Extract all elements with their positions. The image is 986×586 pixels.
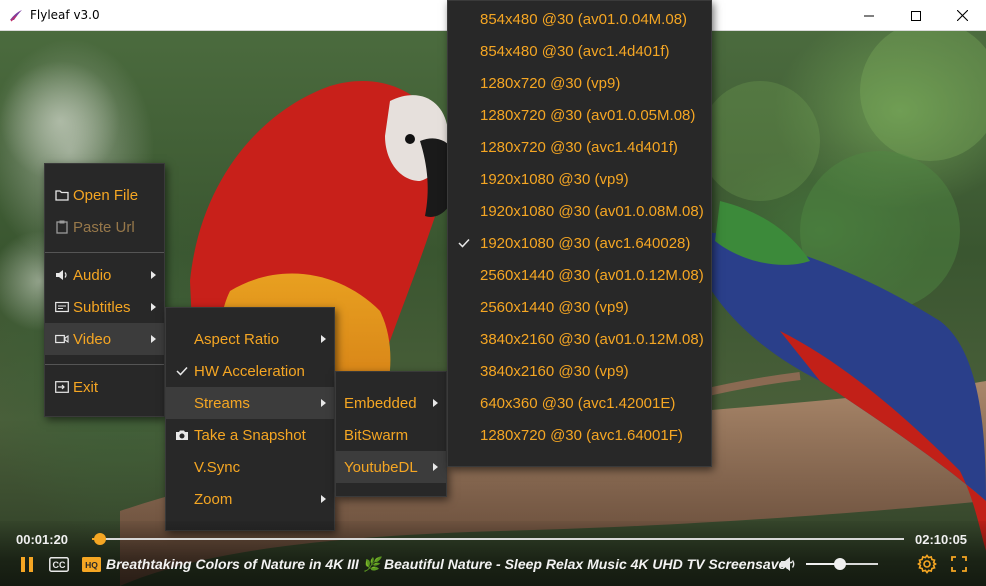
stream-label: 854x480 @30 (avc1.4d401f) (480, 42, 670, 60)
duration: 02:10:05 (915, 532, 968, 547)
stream-label: 1920x1080 @30 (vp9) (480, 170, 629, 188)
menu-separator (45, 252, 164, 253)
fullscreen-icon (951, 556, 967, 572)
context-menu-main: Open File Paste Url Audio Subtitles Vide… (44, 163, 165, 417)
menu-item-paste-url[interactable]: Paste Url (45, 211, 164, 243)
gear-icon (917, 554, 937, 574)
submenu-arrow-icon (433, 399, 438, 407)
fullscreen-button[interactable] (949, 555, 969, 573)
menu-item-open-file[interactable]: Open File (45, 179, 164, 211)
menu-item-youtubedl[interactable]: YoutubeDL (336, 451, 446, 483)
cc-icon: CC (49, 556, 69, 572)
stream-label: 1280x720 @30 (avc1.64001F) (480, 426, 683, 444)
clipboard-icon (54, 219, 70, 235)
menu-item-stream[interactable]: 1280x720 @30 (vp9) (448, 67, 711, 99)
menu-item-stream[interactable]: 854x480 @30 (avc1.4d401f) (448, 35, 711, 67)
menu-item-stream[interactable]: 3840x2160 @30 (av01.0.12M.08) (448, 323, 711, 355)
quality-toggle-button[interactable]: HQ (81, 555, 101, 573)
menu-item-hw-acceleration[interactable]: HW Acceleration (166, 355, 334, 387)
menu-item-video[interactable]: Video (45, 323, 164, 355)
exit-icon (54, 379, 70, 395)
menu-item-stream[interactable]: 1920x1080 @30 (vp9) (448, 163, 711, 195)
menu-item-bitswarm[interactable]: BitSwarm (336, 419, 446, 451)
menu-item-stream[interactable]: 1920x1080 @30 (av01.0.08M.08) (448, 195, 711, 227)
menu-item-stream[interactable]: 1280x720 @30 (avc1.64001F) (448, 419, 711, 451)
menu-item-stream[interactable]: 1280x720 @30 (avc1.4d401f) (448, 131, 711, 163)
submenu-arrow-icon (151, 303, 156, 311)
folder-icon (54, 187, 70, 203)
minimize-button[interactable] (845, 0, 892, 31)
menu-item-vsync[interactable]: V.Sync (166, 451, 334, 483)
submenu-arrow-icon (321, 495, 326, 503)
minimize-icon (863, 15, 874, 16)
seek-bar[interactable] (92, 533, 904, 545)
submenu-arrow-icon (321, 335, 326, 343)
submenu-arrow-icon (433, 463, 438, 471)
stream-label: 3840x2160 @30 (vp9) (480, 362, 629, 380)
stream-label: 3840x2160 @30 (av01.0.12M.08) (480, 330, 704, 348)
subtitles-icon (54, 299, 70, 315)
speaker-icon (54, 267, 70, 283)
menu-item-audio[interactable]: Audio (45, 259, 164, 291)
menu-item-stream[interactable]: 1920x1080 @30 (avc1.640028) (448, 227, 711, 259)
stream-label: 2560x1440 @30 (av01.0.12M.08) (480, 266, 704, 284)
context-menu-youtubedl-streams: 854x480 @30 (av01.0.04M.08) 854x480 @30 (… (447, 0, 712, 467)
menu-separator (45, 364, 164, 365)
maximize-button[interactable] (892, 0, 939, 31)
menu-item-embedded[interactable]: Embedded (336, 387, 446, 419)
submenu-arrow-icon (151, 335, 156, 343)
window-title: Flyleaf v3.0 (30, 8, 100, 22)
pause-icon (21, 556, 33, 572)
maximize-icon (910, 10, 921, 21)
submenu-arrow-icon (151, 271, 156, 279)
settings-button[interactable] (916, 553, 938, 575)
stream-label: 1280x720 @30 (avc1.4d401f) (480, 138, 678, 156)
close-button[interactable] (939, 0, 986, 31)
stream-label: 640x360 @30 (avc1.42001E) (480, 394, 676, 412)
svg-text:CC: CC (53, 560, 66, 570)
context-menu-video: Aspect Ratio HW Acceleration Streams Tak… (165, 307, 335, 531)
submenu-arrow-icon (321, 399, 326, 407)
svg-text:HQ: HQ (85, 560, 98, 570)
current-time: 00:01:20 (16, 532, 69, 547)
stream-label: 1280x720 @30 (vp9) (480, 74, 621, 92)
volume-icon (781, 557, 795, 571)
menu-item-stream[interactable]: 3840x2160 @30 (vp9) (448, 355, 711, 387)
play-pause-button[interactable] (16, 555, 38, 573)
volume-mute-button[interactable] (779, 555, 799, 573)
menu-item-take-snapshot[interactable]: Take a Snapshot (166, 419, 334, 451)
player-controls-bar (0, 521, 986, 586)
menu-item-subtitles[interactable]: Subtitles (45, 291, 164, 323)
checkmark-icon (456, 235, 472, 251)
checkmark-icon (174, 363, 190, 379)
menu-item-stream[interactable]: 2560x1440 @30 (av01.0.12M.08) (448, 259, 711, 291)
stream-label: 1920x1080 @30 (av01.0.08M.08) (480, 202, 704, 220)
menu-item-stream[interactable]: 640x360 @30 (avc1.42001E) (448, 387, 711, 419)
menu-item-stream[interactable]: 2560x1440 @30 (vp9) (448, 291, 711, 323)
menu-item-aspect-ratio[interactable]: Aspect Ratio (166, 323, 334, 355)
close-icon (957, 10, 968, 21)
menu-item-stream[interactable]: 1280x720 @30 (av01.0.05M.08) (448, 99, 711, 131)
subtitles-toggle-button[interactable]: CC (48, 555, 70, 573)
stream-label: 854x480 @30 (av01.0.04M.08) (480, 10, 688, 28)
stream-label: 1280x720 @30 (av01.0.05M.08) (480, 106, 696, 124)
video-camera-icon (54, 331, 70, 347)
menu-item-stream[interactable]: 854x480 @30 (av01.0.04M.08) (448, 3, 711, 35)
hq-icon: HQ (81, 556, 101, 572)
camera-icon (174, 427, 190, 443)
menu-item-streams[interactable]: Streams (166, 387, 334, 419)
volume-slider-thumb[interactable] (833, 558, 846, 570)
menu-item-zoom[interactable]: Zoom (166, 483, 334, 515)
volume-slider[interactable] (806, 558, 878, 570)
stream-label: 1920x1080 @30 (avc1.640028) (480, 234, 691, 252)
stream-label: 2560x1440 @30 (vp9) (480, 298, 629, 316)
context-menu-streams: Embedded BitSwarm YoutubeDL (335, 371, 447, 497)
menu-item-exit[interactable]: Exit (45, 371, 164, 403)
app-logo-icon (10, 10, 22, 22)
video-title: Breathtaking Colors of Nature in 4K III … (106, 556, 792, 572)
